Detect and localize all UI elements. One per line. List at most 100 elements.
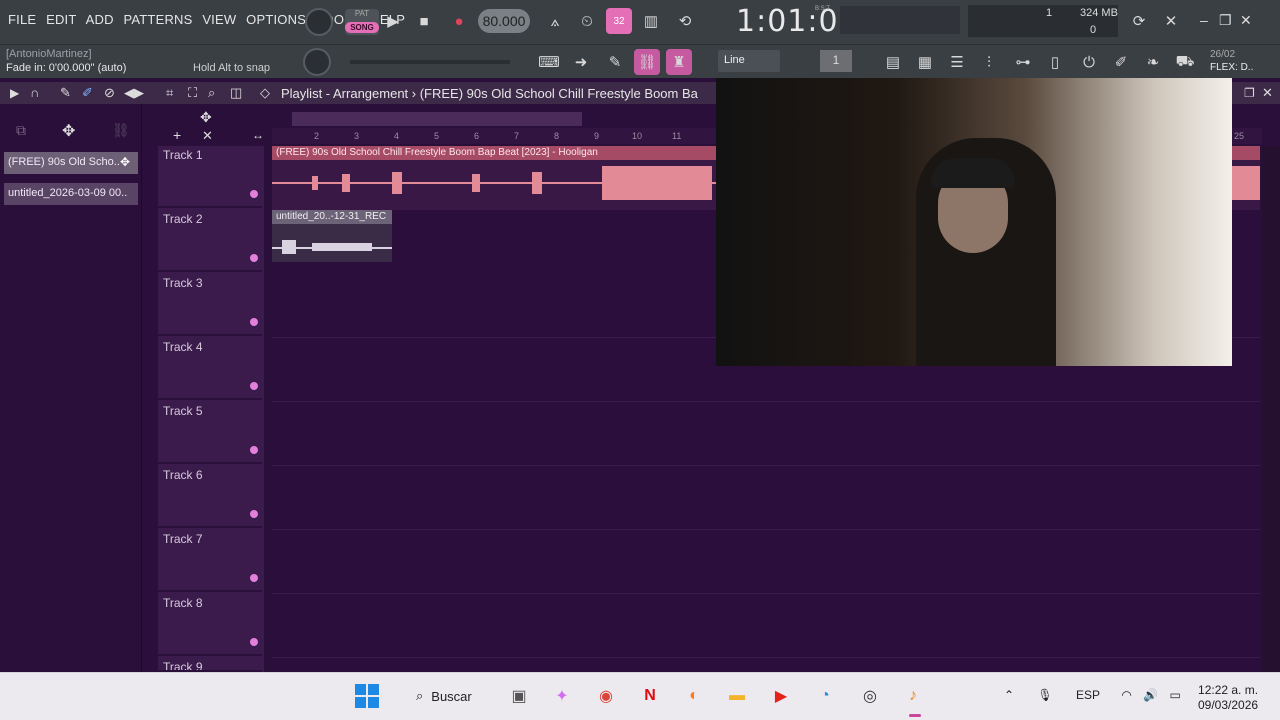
menu-edit[interactable]: EDIT [46,12,76,27]
track-header[interactable]: Track 8 [158,594,262,656]
chrome-icon[interactable]: ◉ [591,681,621,711]
track-resize-icon[interactable]: ↔ [252,128,264,142]
microphone-icon[interactable]: 🎙 [1037,688,1052,702]
select-tool-icon[interactable]: ⛶ [188,85,197,101]
track-header[interactable]: Track 4 [158,338,262,400]
delete-tool-icon[interactable]: ⊘ [104,85,115,101]
track-mute-icon[interactable] [250,382,258,390]
taskbar-search[interactable]: ⌕ Buscar [406,680,486,712]
close-icon[interactable]: ✕ [1240,12,1252,29]
youtube-icon[interactable]: ▶ [766,681,796,711]
master-pitch-slider[interactable] [350,60,510,64]
obs-icon[interactable]: ◎ [855,681,885,711]
menu-patterns[interactable]: PATTERNS [123,12,192,27]
playlist-icon[interactable]: ▤ [880,49,906,75]
track-close-icon[interactable]: ✕ [202,128,213,144]
brush-icon[interactable]: ✐ [1108,49,1134,75]
add-track-icon[interactable]: + [173,127,181,143]
crunchyroll-icon[interactable]: ◐ [679,681,709,711]
playlist-maximize-icon[interactable]: ❐ [1244,86,1255,100]
bird-icon[interactable]: ❧ [1140,49,1166,75]
wifi-icon[interactable]: ◠ [1121,688,1131,702]
cart-icon[interactable]: ⛟ [1172,49,1198,75]
wait-input-icon[interactable]: ⏲ [574,8,600,34]
snap-selector[interactable]: Line [718,50,780,72]
track-header[interactable]: Track 9 [158,658,262,672]
slice-tool-icon[interactable]: ⌗ [166,85,173,101]
master-volume-knob[interactable] [305,8,333,36]
track-header[interactable]: Track 3 [158,274,262,336]
taskbar-clock[interactable]: 12:22 a. m. 09/03/2026 [1198,683,1258,713]
step-edit-icon[interactable]: ▥ [638,8,664,34]
language-indicator[interactable]: ESP [1076,688,1100,702]
draw-tool-icon[interactable]: ✎ [60,85,71,101]
browser-link-icon[interactable]: ⛓ [112,122,130,139]
arrow-right-icon[interactable]: ➜ [568,49,594,75]
task-view-icon[interactable]: ▣ [504,681,534,711]
volume-icon[interactable]: 🔊 [1143,688,1158,702]
track-mute-icon[interactable] [250,574,258,582]
file-icon[interactable]: ▯ [1042,49,1068,75]
netflix-icon[interactable]: N [635,681,665,711]
audio-clip-recording[interactable]: untitled_20..-12-31_REC [272,210,392,262]
menu-view[interactable]: VIEW [202,12,236,27]
play-icon[interactable]: ▶ [380,8,406,34]
track-lane[interactable] [272,402,1260,466]
mute-tool-icon[interactable]: ◀▶ [124,85,144,101]
battery-icon[interactable]: ▭ [1169,688,1180,702]
track-mute-icon[interactable] [250,510,258,518]
track-move-icon[interactable]: ✥ [200,109,212,126]
windows-start-icon[interactable] [354,683,380,709]
restore-icon[interactable]: ❐ [1219,12,1232,29]
metronome-icon[interactable]: ⟑ [542,8,568,34]
stamp-icon[interactable]: ♜ [666,49,692,75]
chevron-up-icon[interactable]: ⌃ [1004,688,1014,702]
minimize-icon[interactable]: – [1200,12,1208,28]
pat-song-toggle[interactable]: PAT SONG [345,9,379,35]
track-lane[interactable] [272,594,1260,658]
track-header[interactable]: Track 7 [158,530,262,592]
browser-move-icon[interactable]: ✥ [62,121,75,141]
channel-rack-icon[interactable]: ▦ [912,49,938,75]
file-explorer-icon[interactable]: ▬ [722,681,752,711]
piano-icon[interactable]: ⌨ [536,49,562,75]
playlist-play-icon[interactable]: ▶ [10,86,19,100]
stop-icon[interactable]: ■ [411,8,437,34]
sliders-icon[interactable]: ⫶ [976,49,1002,75]
copilot-icon[interactable]: ✦ [547,681,577,711]
browser-item[interactable]: untitled_2026-03-09 00.. [4,183,138,205]
zoom-tool-icon[interactable]: ⌕ [208,85,215,101]
playlist-scroll-bar[interactable] [292,112,582,126]
refresh-icon[interactable]: ⟳ [1126,8,1152,34]
paint-tool-icon[interactable]: ✐ [82,85,93,101]
hierarchy-icon[interactable]: ⊶ [1010,49,1036,75]
track-header[interactable]: Track 6 [158,466,262,528]
tools-icon[interactable]: ✕ [1158,8,1184,34]
track-mute-icon[interactable] [250,190,258,198]
pattern-picker-icon[interactable]: ◇ [260,85,270,101]
fl-studio-icon[interactable]: ♪ [898,681,928,711]
magnet-icon[interactable]: ∩ [30,85,39,100]
menu-file[interactable]: FILE [8,12,36,27]
track-header[interactable]: Track 5 [158,402,262,464]
record-icon[interactable]: ● [446,8,472,34]
browser-item[interactable]: (FREE) 90s Old Scho.. [4,152,138,174]
playback-tool-icon[interactable]: ◫ [230,85,242,101]
pencil-icon[interactable]: ✎ [602,49,628,75]
browser-grid-icon[interactable]: ⧉ [16,122,26,139]
step-value[interactable]: 1 [820,50,852,72]
track-lane[interactable] [272,530,1260,594]
track-mute-icon[interactable] [250,446,258,454]
tempo-display[interactable]: 80.000 [478,9,530,33]
menu-add[interactable]: ADD [86,12,114,27]
menu-options[interactable]: OPTIONS [246,12,306,27]
pitch-knob[interactable] [303,48,331,76]
track-header[interactable]: Track 1 [158,146,262,208]
track-header[interactable]: Track 2 [158,210,262,272]
countdown-icon[interactable]: 32 [606,8,632,34]
vertical-scrollbar[interactable] [1262,146,1280,672]
playlist-close-icon[interactable]: ✕ [1262,85,1273,101]
track-lane[interactable] [272,466,1260,530]
track-mute-icon[interactable] [250,318,258,326]
loop-record-icon[interactable]: ⟲ [672,8,698,34]
